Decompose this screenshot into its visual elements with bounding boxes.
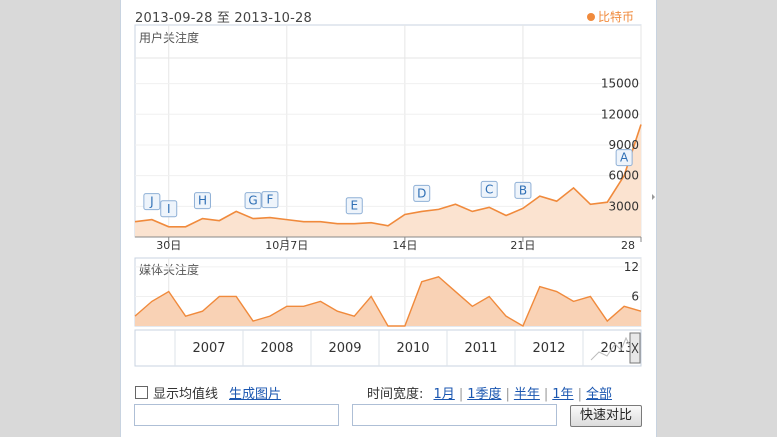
quick-compare-button[interactable]: 快速对比 [570, 405, 642, 427]
timeline-year-label: 2011 [464, 341, 497, 356]
user-chart-y-tick-label: 15000 [601, 77, 639, 91]
timeline-year-label: 2010 [396, 341, 429, 356]
range-1-year[interactable]: 1年 [552, 387, 573, 402]
media-chart-y-tick-label: 12 [624, 260, 639, 274]
time-width-control: 时间宽度: 1月 | 1季度 | 半年 | 1年 | 全部 [367, 383, 612, 402]
annotation-marker-e[interactable]: E [345, 197, 363, 215]
annotation-label: F [266, 193, 273, 207]
range-separator: | [458, 387, 464, 402]
annotation-marker-c[interactable]: C [480, 180, 498, 198]
annotation-label: E [350, 199, 358, 213]
avg-line-label: 显示均值线 [153, 387, 219, 402]
user-chart-x-tick-label: 21日 [510, 239, 535, 252]
user-chart-y-tick-label: 12000 [601, 107, 639, 121]
annotation-marker-h[interactable]: H [193, 192, 211, 210]
annotation-label: C [485, 182, 493, 196]
media-chart-y-tick-label: 6 [631, 289, 639, 303]
range-1-quarter[interactable]: 1季度 [467, 387, 501, 402]
annotation-label: B [519, 183, 527, 197]
range-separator: | [543, 387, 549, 402]
annotation-label: A [620, 151, 629, 165]
user-chart-x-tick-label: 14日 [392, 239, 417, 252]
time-width-label: 时间宽度: [367, 387, 424, 402]
user-chart-x-ticks: 30日 10月7日 14日 21日 28 [156, 237, 642, 252]
annotation-marker-d[interactable]: D [413, 184, 431, 202]
annotation-marker-j[interactable]: J [143, 193, 161, 211]
range-1-month[interactable]: 1月 [434, 387, 455, 402]
timeline-year-label: 2007 [192, 341, 225, 356]
generate-image-link[interactable]: 生成图片 [229, 383, 281, 402]
keyword-input-2[interactable] [352, 404, 557, 426]
trend-charts: 用户关注度 1500012000900060003000 JIH G F ED C BA … [134, 24, 655, 367]
timeline-year-label: 2012 [532, 341, 565, 356]
user-chart-y-tick-label: 3000 [608, 199, 639, 213]
keyword-input-1[interactable] [134, 404, 339, 426]
timeline-year-label: 2008 [260, 341, 293, 356]
avg-line-toggle[interactable]: 显示均值线 [135, 383, 218, 402]
annotation-marker-i[interactable]: I [160, 200, 178, 218]
annotation-label: G [248, 194, 257, 208]
user-chart-x-tick-label: 10月7日 [265, 239, 308, 252]
timeline-year-label: 2009 [328, 341, 361, 356]
user-chart-y-tick-label: 6000 [608, 169, 639, 183]
side-expand-icon[interactable] [652, 194, 655, 200]
annotation-marker-a[interactable]: A [615, 149, 633, 167]
annotation-marker-g[interactable]: G [244, 192, 262, 210]
avg-line-checkbox[interactable] [135, 386, 148, 399]
annotation-label: D [417, 186, 426, 200]
user-chart-x-tick-label: 28 [621, 239, 635, 252]
annotation-marker-b[interactable]: B [514, 181, 532, 199]
range-all[interactable]: 全部 [586, 387, 612, 402]
annotation-marker-f[interactable]: F [261, 191, 279, 209]
range-half-year[interactable]: 半年 [514, 387, 540, 402]
range-separator: | [505, 387, 510, 402]
range-separator: | [577, 387, 582, 402]
trend-widget: 2013-09-28 至 2013-10-28 比特币 用户关注度 15000 1… [120, 0, 657, 437]
annotation-label: I [167, 202, 171, 216]
annotation-label: H [198, 194, 207, 208]
annotation-label: J [149, 195, 154, 209]
user-chart-x-tick-label: 30日 [156, 239, 181, 252]
